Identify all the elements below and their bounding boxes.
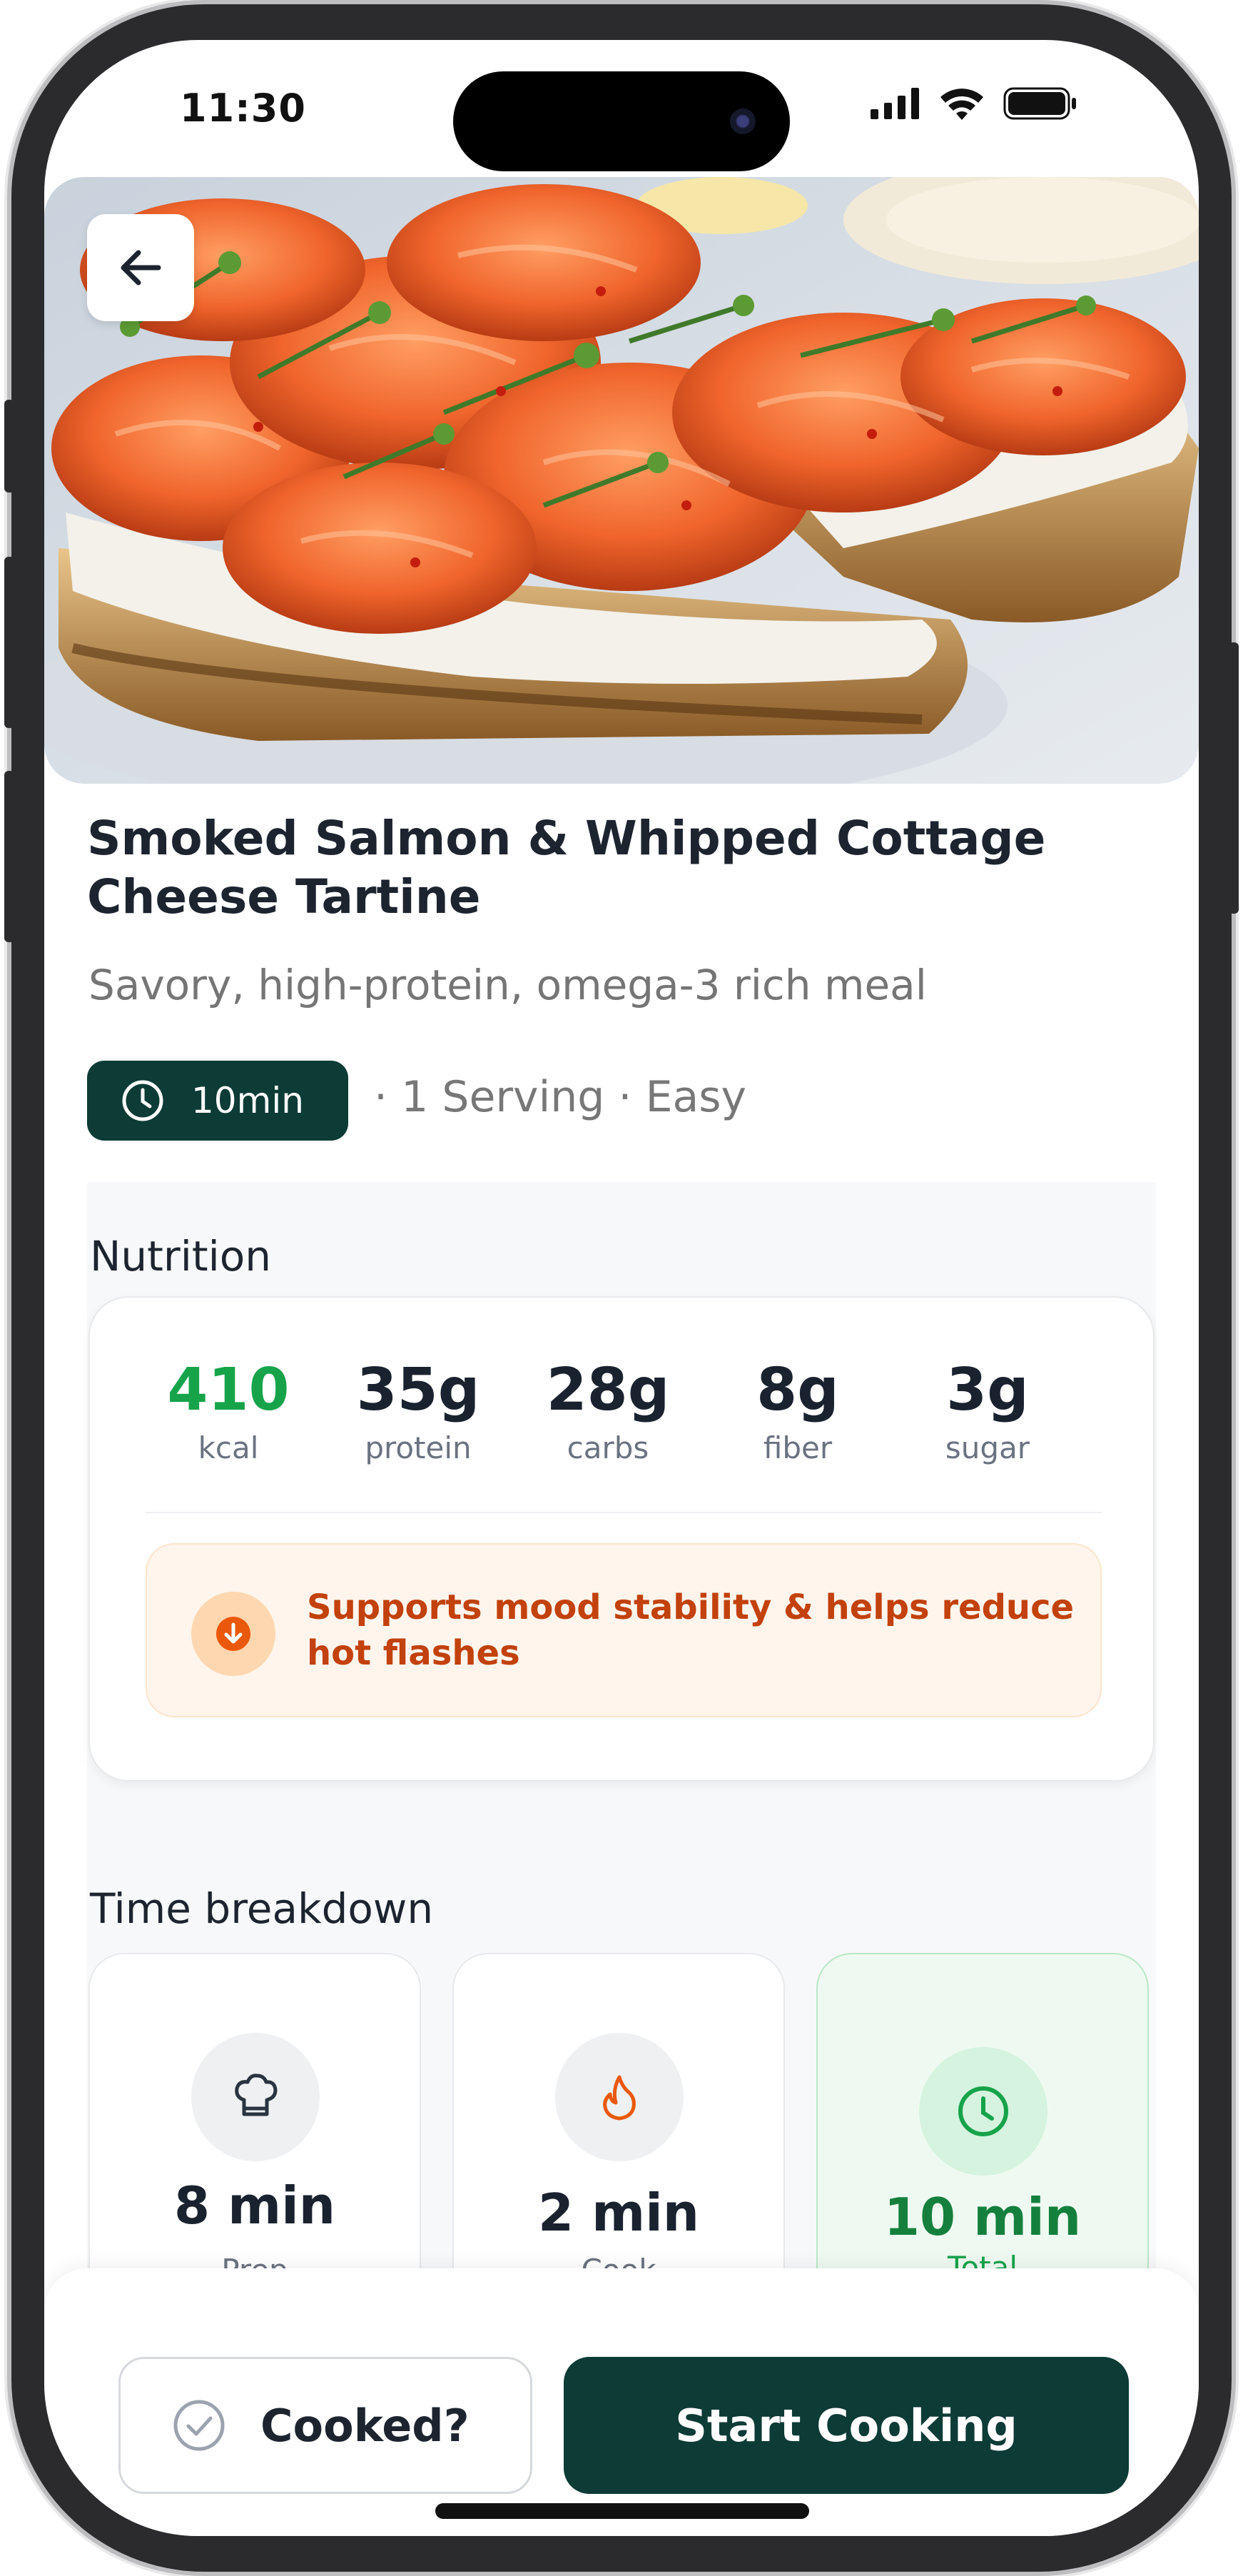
nutrition-label: sugar bbox=[945, 1430, 1030, 1465]
front-camera bbox=[730, 108, 756, 134]
nutrition-heading: Nutrition bbox=[90, 1232, 271, 1281]
arrow-left-icon bbox=[121, 250, 161, 286]
nutrition-value: 28g bbox=[546, 1356, 670, 1424]
nutrition-card: 410 kcal 35g protein 28g carbs 8g fiber … bbox=[88, 1296, 1155, 1782]
cook-time-value: 2 min bbox=[537, 2183, 700, 2243]
check-circle-icon bbox=[173, 2400, 225, 2451]
recipe-title: Smoked Salmon & Whipped Cottage Cheese T… bbox=[87, 811, 1046, 924]
time-breakdown-heading: Time breakdown bbox=[90, 1884, 434, 1933]
nutrition-label: fiber bbox=[763, 1430, 833, 1465]
nutrition-value: 410 bbox=[167, 1356, 290, 1424]
home-indicator[interactable] bbox=[435, 2503, 809, 2519]
mute-switch bbox=[4, 400, 14, 493]
cooked-button-label: Cooked? bbox=[260, 2399, 470, 2452]
screen: 11:30 Smoked Salmon & Whipped Cottage Ch… bbox=[44, 40, 1199, 2536]
start-cooking-label: Start Cooking bbox=[675, 2399, 1018, 2452]
status-time: 11:30 bbox=[180, 86, 306, 131]
salmon-tartine-illustration bbox=[44, 177, 1199, 784]
nutrition-label: carbs bbox=[567, 1430, 649, 1465]
time-badge: 10min bbox=[87, 1061, 348, 1141]
nutrition-item-protein: 35g protein bbox=[333, 1356, 504, 1465]
recipe-subtitle: Savory, high-protein, omega-3 rich meal bbox=[88, 961, 927, 1009]
total-time-value: 10 min bbox=[883, 2187, 1082, 2247]
arrow-down-circle-icon bbox=[191, 1592, 275, 1676]
bottom-action-bar: Cooked? Start Cooking bbox=[44, 2268, 1199, 2536]
divider bbox=[146, 1512, 1102, 1513]
recipe-hero-image bbox=[44, 177, 1199, 784]
start-cooking-button[interactable]: Start Cooking bbox=[564, 2357, 1129, 2494]
cooked-button[interactable]: Cooked? bbox=[118, 2357, 532, 2494]
nutrition-value: 8g bbox=[756, 1356, 839, 1424]
status-icons bbox=[871, 87, 1077, 120]
chef-hat-icon bbox=[191, 2033, 320, 2161]
wifi-icon bbox=[940, 89, 983, 120]
nutrition-value: 35g bbox=[356, 1356, 480, 1424]
dynamic-island bbox=[453, 71, 790, 171]
volume-up-button bbox=[4, 557, 14, 728]
time-badge-label: 10min bbox=[191, 1080, 304, 1121]
prep-time-value: 8 min bbox=[173, 2176, 336, 2236]
health-benefit-callout: Supports mood stability & helps reduce h… bbox=[146, 1543, 1102, 1717]
clock-icon bbox=[919, 2047, 1047, 2176]
power-button bbox=[1229, 642, 1239, 914]
signal-icon bbox=[871, 88, 919, 119]
nutrition-item-fiber: 8g fiber bbox=[712, 1356, 883, 1465]
nutrition-item-sugar: 3g sugar bbox=[902, 1356, 1073, 1465]
back-button[interactable] bbox=[87, 214, 194, 321]
clock-icon bbox=[122, 1080, 163, 1121]
health-benefit-text: Supports mood stability & helps reduce h… bbox=[307, 1587, 1075, 1673]
flame-icon bbox=[555, 2033, 684, 2161]
volume-down-button bbox=[4, 771, 14, 942]
nutrition-item-kcal: 410 kcal bbox=[143, 1356, 314, 1465]
nutrition-label: protein bbox=[365, 1430, 472, 1465]
nutrition-value: 3g bbox=[946, 1356, 1029, 1424]
battery-icon bbox=[1003, 87, 1076, 120]
nutrition-item-carbs: 28g carbs bbox=[522, 1356, 694, 1465]
nutrition-label: kcal bbox=[198, 1430, 259, 1465]
recipe-meta: · 1 Serving · Easy bbox=[374, 1072, 747, 1122]
